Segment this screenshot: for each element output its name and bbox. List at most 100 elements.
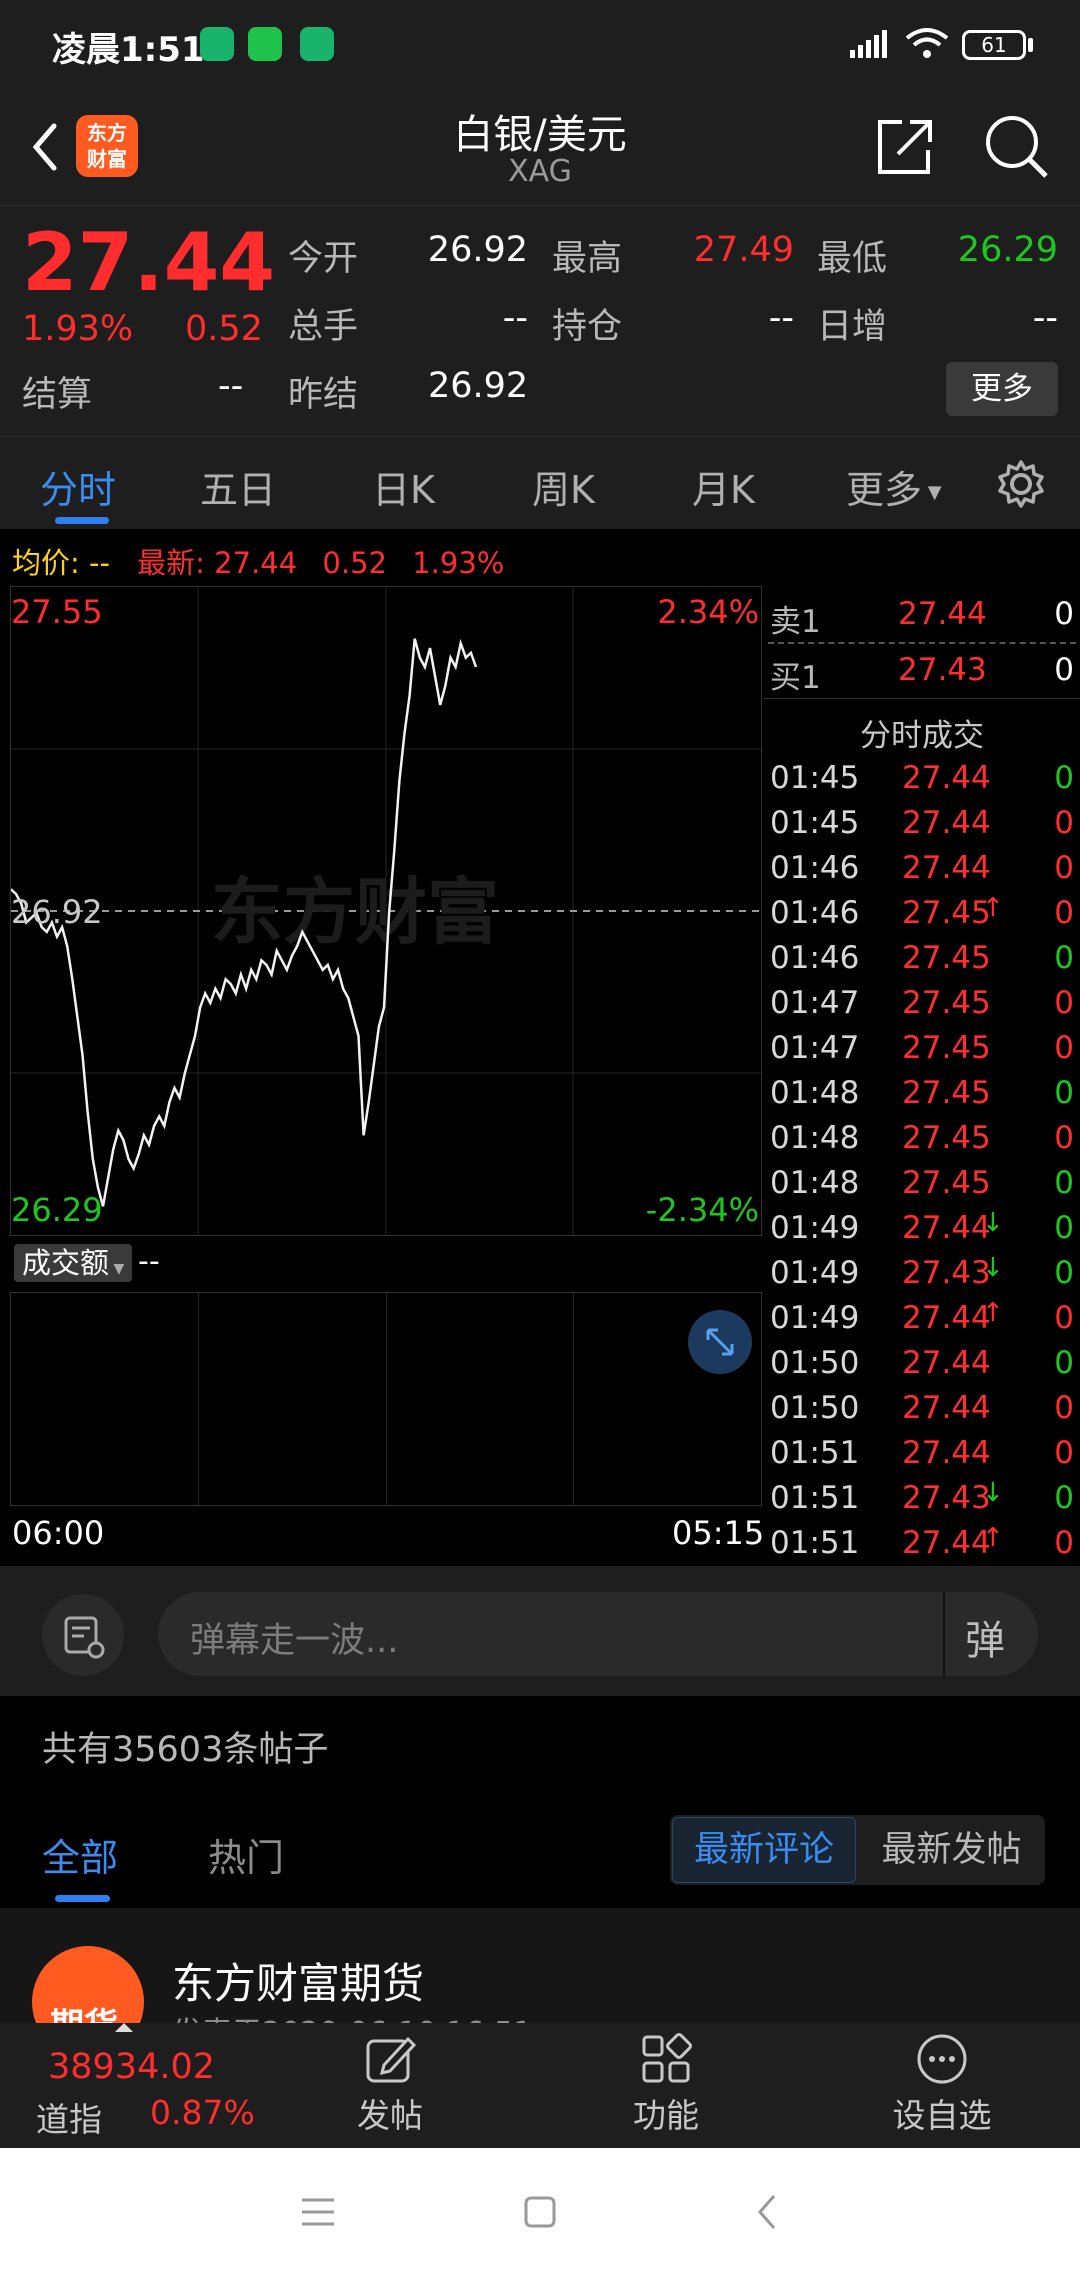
trade-price: 27.44 — [902, 805, 991, 841]
header: 东方 财富 白银/美元 XAG — [0, 90, 1080, 206]
tab-monthly-k[interactable]: 月K — [692, 459, 755, 514]
trade-qty: 0 — [1054, 985, 1074, 1021]
trade-qty: 0 — [1054, 805, 1074, 841]
volume-value: -- — [502, 298, 528, 338]
divider — [764, 698, 1080, 699]
home-icon[interactable] — [520, 2192, 560, 2232]
sort-latest-comment[interactable]: 最新评论 — [672, 1817, 856, 1883]
index-name[interactable]: 道指 — [36, 2093, 102, 2141]
trade-row: 01:46 27.45 ↑ 0 — [764, 889, 1080, 934]
avatar[interactable]: 期货 — [32, 1946, 144, 2023]
share-icon[interactable] — [870, 112, 940, 182]
tab-weekly-k[interactable]: 周K — [532, 459, 595, 514]
trade-arrow-icon: ↑ — [982, 893, 1004, 923]
tab-daily-k[interactable]: 日K — [372, 459, 435, 514]
post-item[interactable]: 期货 东方财富期货 发表于2020-06-10 16:51 — [0, 1908, 1080, 2023]
index-change-pct[interactable]: 0.87% — [150, 2093, 255, 2132]
functions-button[interactable]: 功能 — [586, 2031, 746, 2137]
x-end-label: 05:15 — [672, 1514, 765, 1552]
more-button[interactable]: 更多 — [946, 362, 1058, 416]
trade-arrow-icon: ↑ — [982, 1523, 1004, 1553]
trade-price: 27.44 — [902, 1210, 991, 1246]
trade-arrow-icon: ↓ — [982, 1253, 1004, 1283]
sort-toggle: 最新评论 最新发帖 — [670, 1815, 1045, 1885]
tab-indicator — [55, 517, 109, 524]
danmaku-send-button[interactable]: 弹 — [943, 1592, 1040, 1676]
settings-gear-icon[interactable] — [996, 459, 1046, 509]
post-count: 共有35603条帖子 — [42, 1730, 329, 1770]
danmaku-bar: 弹幕走一波... 弹 — [0, 1566, 1080, 1696]
price-line-plot: 东方财富 — [11, 587, 761, 1235]
sort-latest-post[interactable]: 最新发帖 — [860, 1817, 1043, 1883]
trade-price: 27.45 — [902, 895, 991, 931]
prev-settle-value: 26.92 — [428, 366, 529, 406]
battery-tip — [1028, 38, 1033, 52]
side-panel: 卖1 27.44 0 买1 27.43 0 分时成交 01:45 27.44 0 01… — [764, 586, 1080, 1564]
danmaku-settings-button[interactable] — [42, 1594, 124, 1676]
trade-qty: 0 — [1054, 1165, 1074, 1201]
trade-time: 01:46 — [770, 850, 860, 886]
y-max-label: 27.55 — [11, 593, 103, 631]
shield-app-icon — [200, 27, 234, 61]
low-value: 26.29 — [957, 230, 1058, 270]
trade-qty: 0 — [1054, 940, 1074, 976]
trade-qty: 0 — [1054, 1525, 1074, 1561]
add-watchlist-button[interactable]: 设自选 — [862, 2031, 1022, 2137]
tab-intraday[interactable]: 分时 — [40, 459, 116, 514]
menu-icon[interactable] — [298, 2192, 338, 2232]
volume-value: -- — [138, 1244, 160, 1279]
chart-tabs: 分时 五日 日K 周K 月K 更多 ▼ — [0, 437, 1080, 529]
trade-qty: 0 — [1054, 1030, 1074, 1066]
trade-qty: 0 — [1054, 1435, 1074, 1471]
daily-inc-value: -- — [1032, 298, 1058, 338]
settle-label: 结算 — [22, 375, 93, 415]
trade-price: 27.45 — [902, 985, 991, 1021]
trade-price: 27.43 — [902, 1480, 991, 1516]
trade-row: 01:45 27.44 0 — [764, 754, 1080, 799]
bottom-toolbar: 38934.02 道指 0.87% 发帖 功能 设自选 — [0, 2023, 1080, 2148]
trade-qty: 0 — [1054, 1120, 1074, 1156]
trade-time: 01:45 — [770, 760, 860, 796]
trade-price: 27.45 — [902, 1120, 991, 1156]
trade-time: 01:47 — [770, 985, 860, 1021]
trades-title: 分时成交 — [860, 718, 984, 754]
trade-time: 01:51 — [770, 1435, 860, 1471]
trade-time: 01:48 — [770, 1075, 860, 1111]
trade-qty: 0 — [1054, 850, 1074, 886]
index-value[interactable]: 38934.02 — [48, 2047, 215, 2087]
trade-qty: 0 — [1054, 760, 1074, 796]
pct-min-label: -2.34% — [645, 1191, 759, 1229]
status-bar: 凌晨1:51 61 — [0, 0, 1080, 90]
post-author[interactable]: 东方财富期货 — [172, 1950, 424, 2011]
back-nav-icon[interactable] — [748, 2192, 788, 2232]
posts-tab-all[interactable]: 全部 — [42, 1827, 118, 1882]
trade-row: 01:50 27.44 0 — [764, 1384, 1080, 1429]
danmaku-input[interactable]: 弹幕走一波... 弹 — [158, 1592, 1038, 1676]
intraday-chart[interactable]: 东方财富 27.55 26.92 26.29 2.34% -2.34% — [10, 586, 762, 1236]
volume-indicator-select[interactable]: 成交额 ▼ — [14, 1244, 132, 1282]
trade-time: 01:49 — [770, 1210, 860, 1246]
trade-time: 01:48 — [770, 1165, 860, 1201]
open-label: 今开 — [288, 239, 359, 279]
tab-more[interactable]: 更多 ▼ — [846, 459, 942, 514]
posts-tab-hot[interactable]: 热门 — [208, 1827, 284, 1882]
expand-icon[interactable] — [688, 1310, 752, 1374]
trade-row: 01:48 27.45 0 — [764, 1114, 1080, 1159]
apps-grid-icon — [642, 2033, 692, 2083]
tab-five-day[interactable]: 五日 — [200, 459, 276, 514]
status-time: 凌晨1:51 — [52, 30, 205, 70]
trade-row: 01:47 27.45 0 — [764, 1024, 1080, 1069]
dropdown-icon: ▼ — [109, 1261, 125, 1277]
trade-row: 01:48 27.45 0 — [764, 1069, 1080, 1114]
trade-qty: 0 — [1054, 1480, 1074, 1516]
x-start-label: 06:00 — [12, 1514, 105, 1552]
post-button[interactable]: 发帖 — [310, 2031, 470, 2137]
posts-header: 共有35603条帖子 全部 热门 最新评论 最新发帖 — [0, 1697, 1080, 1907]
trade-time: 01:45 — [770, 805, 860, 841]
oi-label: 持仓 — [552, 307, 623, 347]
search-icon[interactable] — [982, 112, 1052, 182]
trade-time: 01:50 — [770, 1345, 860, 1381]
trade-qty: 0 — [1054, 1255, 1074, 1291]
prev-settle-label: 昨结 — [288, 375, 359, 415]
trade-price: 27.45 — [902, 940, 991, 976]
